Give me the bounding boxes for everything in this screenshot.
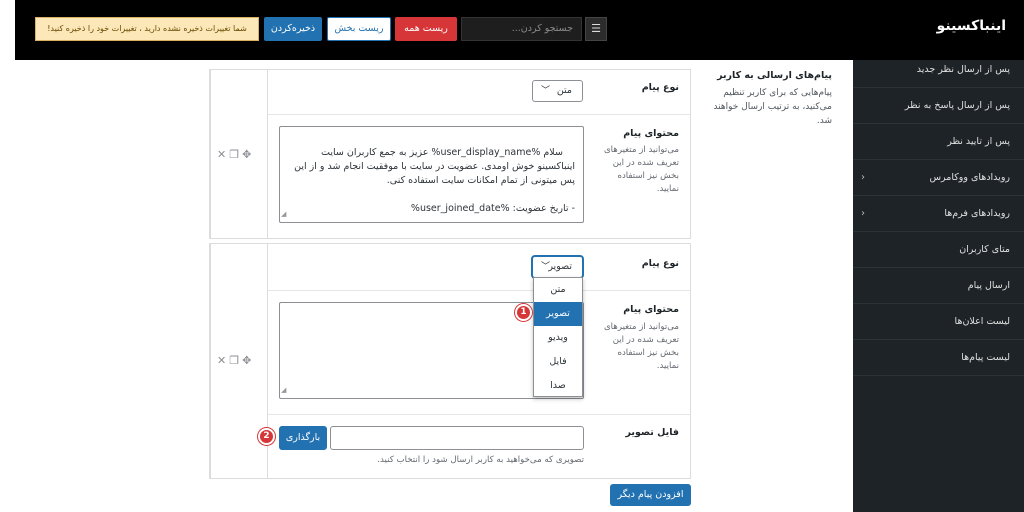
sidebar-item-label: پس از ارسال پاسخ به نظر	[904, 100, 1010, 111]
reset-section-button[interactable]: ریست بخش	[327, 17, 391, 41]
dropdown-option-image[interactable]: تصویر	[534, 302, 582, 326]
dropdown-option-video[interactable]: ویدیو	[534, 326, 582, 350]
close-icon[interactable]: ✕	[217, 148, 229, 161]
image-file-input[interactable]	[330, 426, 584, 450]
sidebar-item-notifications-list[interactable]: لیست اعلان‌ها	[853, 304, 1024, 340]
resize-handle-icon[interactable]: ◢	[281, 207, 286, 221]
message-row-1: ✕❐✥ نوع پیام متن ﹀ محتوای پیام می‌توانید…	[209, 69, 691, 239]
move-icon[interactable]: ✥	[242, 148, 254, 161]
list-toggle-icon[interactable]: ☰	[585, 17, 607, 41]
chevron-down-icon: ﹀	[541, 262, 551, 272]
sidebar-item-after-new-comment[interactable]: پس از ارسال نظر جدید	[853, 52, 1024, 88]
row-tools: ✕❐✥	[217, 354, 254, 367]
section-title: پیام‌های ارسالی به کاربر	[717, 70, 832, 81]
message-content-label: محتوای پیام	[623, 304, 679, 315]
unsaved-warning-badge: شما تغییرات ذخیره نشده دارید ، تغییرات خ…	[35, 17, 259, 41]
save-button[interactable]: ذخیره‌کردن	[264, 17, 322, 41]
image-file-help: تصویری که می‌خواهید به کاربر ارسال شود ر…	[377, 455, 584, 465]
chevron-left-icon: ‹	[861, 172, 865, 183]
sidebar-item-woocommerce-events[interactable]: رویدادهای ووکامرس ‹	[853, 160, 1024, 196]
row-tools-gutter: ✕❐✥	[210, 70, 268, 238]
message-type-select[interactable]: متن ﹀	[532, 80, 583, 102]
message-type-select[interactable]: تصویر ﹀	[532, 256, 583, 278]
sidebar-item-label: متای کاربران	[959, 244, 1010, 255]
chevron-left-icon: ‹	[861, 208, 865, 219]
top-header: اینباکسینو شما تغییرات ذخیره نشده دارید …	[15, 0, 1024, 60]
duplicate-icon[interactable]: ❐	[229, 354, 242, 367]
message-type-dropdown: متن تصویر ویدیو فایل صدا	[533, 277, 583, 397]
divider	[268, 290, 690, 291]
sidebar-item-label: لیست اعلان‌ها	[954, 316, 1010, 327]
sidebar-item-after-approve-comment[interactable]: پس از تایید نظر	[853, 124, 1024, 160]
message-content-help: می‌توانید از متغیرهای تعریف شده در این ب…	[603, 322, 679, 371]
message-type-label: نوع پیام	[641, 82, 679, 93]
brand-title: اینباکسینو	[936, 18, 1006, 34]
dropdown-option-text[interactable]: متن	[534, 278, 582, 302]
divider	[268, 114, 690, 115]
resize-handle-icon[interactable]: ◢	[281, 383, 286, 397]
image-file-label: فایل تصویر	[625, 427, 679, 438]
add-message-button[interactable]: افزودن پیام دیگر	[610, 484, 691, 506]
annotation-marker-2: 2	[258, 428, 275, 445]
sidebar-item-after-reply-comment[interactable]: پس از ارسال پاسخ به نظر	[853, 88, 1024, 124]
row-tools: ✕❐✥	[217, 148, 254, 161]
message-content-textarea[interactable]: سلام %user_display_name% عزیز به جمع کار…	[279, 126, 584, 223]
search-input[interactable]: جستجو کردن...	[461, 17, 582, 41]
divider	[268, 414, 690, 415]
move-icon[interactable]: ✥	[242, 354, 254, 367]
message-type-value: تصویر	[548, 261, 572, 272]
dropdown-option-audio[interactable]: صدا	[534, 374, 582, 398]
upload-button[interactable]: بارگذاری	[279, 426, 327, 450]
sidebar-item-label: رویدادهای فرم‌ها	[944, 208, 1010, 219]
sidebar-item-label: رویدادهای ووکامرس	[929, 172, 1010, 183]
message-content-value: سلام %user_display_name% عزیز به جمع کار…	[294, 147, 575, 214]
message-content-label: محتوای پیام	[623, 128, 679, 139]
message-type-label: نوع پیام	[641, 258, 679, 269]
reset-all-button[interactable]: ریست همه	[395, 17, 457, 41]
close-icon[interactable]: ✕	[217, 354, 229, 367]
message-content-help: می‌توانید از متغیرهای تعریف شده در این ب…	[603, 145, 679, 194]
dropdown-option-file[interactable]: فایل	[534, 350, 582, 374]
row-tools-gutter: ✕❐✥	[210, 244, 268, 478]
annotation-marker-1: 1	[515, 304, 532, 321]
sidebar-item-send-message[interactable]: ارسال پیام	[853, 268, 1024, 304]
sidebar-item-user-meta[interactable]: متای کاربران	[853, 232, 1024, 268]
sidebar-item-label: پس از ارسال نظر جدید	[916, 64, 1010, 75]
sidebar-item-label: لیست پیام‌ها	[961, 352, 1010, 363]
sidebar-item-form-events[interactable]: رویدادهای فرم‌ها ‹	[853, 196, 1024, 232]
sidebar-item-label: ارسال پیام	[967, 280, 1010, 291]
chevron-down-icon: ﹀	[541, 86, 551, 96]
sidebar-item-label: پس از تایید نظر	[947, 136, 1010, 147]
duplicate-icon[interactable]: ❐	[229, 148, 242, 161]
section-description: پیام‌هایی که برای کاربر تنظیم می‌کنید، ب…	[713, 88, 832, 126]
message-type-value: متن	[556, 85, 572, 96]
sidebar-item-messages-list[interactable]: لیست پیام‌ها	[853, 340, 1024, 376]
settings-sidebar: پس از ارسال نظر جدید پس از ارسال پاسخ به…	[853, 60, 1024, 512]
